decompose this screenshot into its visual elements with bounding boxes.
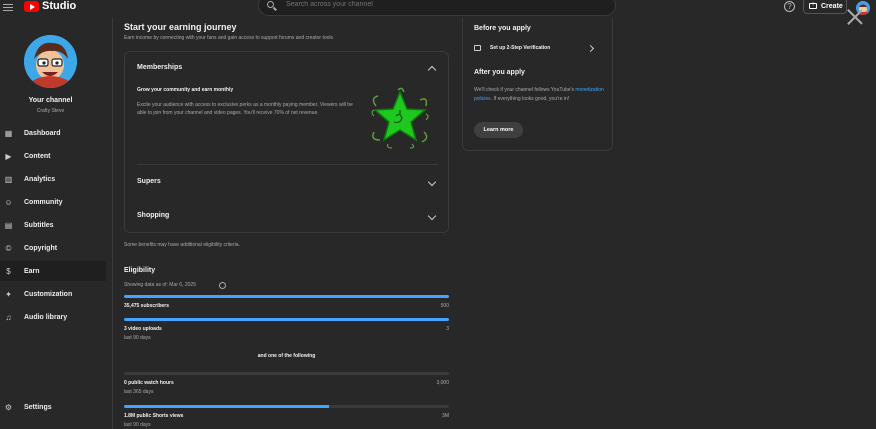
sidebar-item-label: Settings [24, 403, 52, 411]
customization-icon: ✦ [5, 289, 12, 299]
sidebar-item-audio-library[interactable]: ♫ Audio library [0, 307, 106, 327]
two-step-label: Set up 2-Step Verification [490, 45, 551, 51]
help-icon[interactable]: ? [784, 1, 795, 12]
settings-icon: ⚙ [4, 402, 13, 412]
channel-title: Your channel [28, 97, 73, 104]
create-video-icon [809, 1, 817, 9]
uploads-period: last 90 days [124, 335, 151, 341]
shorts-views-progress-bar [124, 405, 449, 408]
sidebar-item-customization[interactable]: ✦ Customization [0, 284, 106, 304]
shorts-views-period: last 90 days [124, 422, 151, 428]
page-subtitle: Earn income by connecting with your fans… [124, 35, 334, 41]
studio-logo[interactable]: Studio [24, 0, 76, 12]
channel-avatar[interactable] [24, 35, 77, 88]
uploads-target: 3 [446, 326, 449, 332]
eligibility-note: Some benefits may have additional eligib… [124, 242, 240, 248]
memberships-star-illustration [368, 86, 432, 150]
sidebar-item-label: Copyright [24, 244, 58, 252]
close-icon[interactable] [845, 7, 865, 27]
sidebar-item-label: Content [24, 152, 51, 160]
memberships-description: Excite your audience with access to excl… [137, 102, 353, 116]
analytics-icon: ▥ [4, 174, 13, 184]
subscribers-label: 35,475 subscribers [124, 303, 170, 309]
sidebar-item-label: Community [24, 198, 63, 206]
youtube-logo-icon [24, 0, 39, 12]
sidebar-item-label: Subtitles [24, 221, 54, 229]
watch-hours-progress-bar [124, 372, 449, 375]
sidebar-item-content[interactable]: ▶ Content [0, 146, 106, 166]
memberships-header[interactable]: Memberships [137, 64, 182, 71]
chevron-down-icon[interactable] [427, 177, 437, 187]
uploads-progress-bar [124, 318, 449, 321]
info-icon[interactable] [219, 282, 226, 289]
sidebar: Your channel Crafty Steve ▦ Dashboard ▶ … [0, 18, 113, 429]
progress-fill [124, 405, 329, 408]
subscribers-target: 500 [440, 303, 449, 309]
divider [137, 164, 438, 165]
sidebar-item-analytics[interactable]: ▥ Analytics [0, 169, 106, 189]
verification-icon [474, 45, 481, 51]
sidebar-item-label: Analytics [24, 175, 56, 183]
requirements-connector: and one of the following [257, 353, 316, 359]
chevron-down-icon[interactable] [427, 211, 437, 221]
dollar-icon: $ [6, 266, 11, 276]
menu-icon[interactable] [3, 2, 13, 12]
sidebar-item-label: Earn [24, 267, 40, 275]
watch-hours-target: 3,000 [436, 380, 449, 386]
sidebar-item-subtitles[interactable]: ▤ Subtitles [0, 215, 106, 235]
community-icon: ☺ [4, 197, 13, 207]
subtitles-icon: ▤ [4, 220, 13, 230]
sidebar-item-earn[interactable]: $ Earn [0, 261, 106, 281]
learn-more-button[interactable]: Learn more [474, 122, 523, 138]
after-apply-description: We'll check if your channel follows YouT… [474, 86, 606, 104]
app-name: Studio [42, 0, 77, 12]
sidebar-item-label: Audio library [24, 313, 68, 321]
eligibility-date: Showing data as of: Mar 6, 2025 [124, 282, 196, 288]
search-icon[interactable] [267, 1, 274, 8]
uploads-label: 3 video uploads [124, 326, 162, 332]
sidebar-item-copyright[interactable]: © Copyright [0, 238, 106, 258]
dashboard-icon: ▦ [4, 128, 13, 138]
top-bar: Studio ? Create [0, 0, 876, 18]
watch-hours-label: 0 public watch hours [124, 380, 174, 386]
shorts-views-target: 3M [442, 413, 449, 419]
chevron-up-icon[interactable] [427, 65, 437, 75]
apply-info-card: Before you apply Set up 2-Step Verificat… [462, 18, 613, 151]
sidebar-item-settings[interactable]: ⚙ Settings [0, 397, 106, 417]
before-apply-title: Before you apply [474, 25, 531, 32]
sidebar-item-dashboard[interactable]: ▦ Dashboard [0, 123, 106, 143]
two-step-verification-row[interactable]: Set up 2-Step Verification [474, 45, 594, 51]
memberships-subtitle: Grow your community and earn monthly [137, 87, 234, 93]
after-desc-text: We'll check if your channel follows YouT… [474, 87, 576, 93]
shopping-header[interactable]: Shopping [137, 212, 169, 219]
shorts-views-label: 1.8M public Shorts views [124, 413, 184, 419]
create-button[interactable]: Create [803, 0, 847, 14]
audio-library-icon: ♫ [5, 312, 12, 322]
eligibility-title: Eligibility [124, 267, 156, 274]
after-apply-title: After you apply [474, 69, 525, 76]
copyright-icon: © [5, 243, 12, 253]
sidebar-item-label: Dashboard [24, 129, 61, 137]
progress-fill [124, 295, 449, 298]
earning-options-card: Memberships Grow your community and earn… [124, 51, 449, 233]
content-icon: ▶ [5, 151, 12, 161]
after-desc-text: . If everything looks good, you're in! [490, 96, 570, 102]
subscribers-progress-bar [124, 295, 449, 298]
search-input[interactable] [286, 1, 586, 8]
channel-name: Crafty Steve [36, 108, 65, 114]
sidebar-item-label: Customization [24, 290, 73, 298]
create-label: Create [821, 2, 843, 10]
watch-hours-period: last 365 days [124, 389, 154, 395]
supers-header[interactable]: Supers [137, 178, 161, 185]
page-title: Start your earning journey [124, 22, 237, 32]
search-bar[interactable] [258, 0, 616, 16]
progress-fill [124, 318, 449, 321]
sidebar-item-community[interactable]: ☺ Community [0, 192, 106, 212]
